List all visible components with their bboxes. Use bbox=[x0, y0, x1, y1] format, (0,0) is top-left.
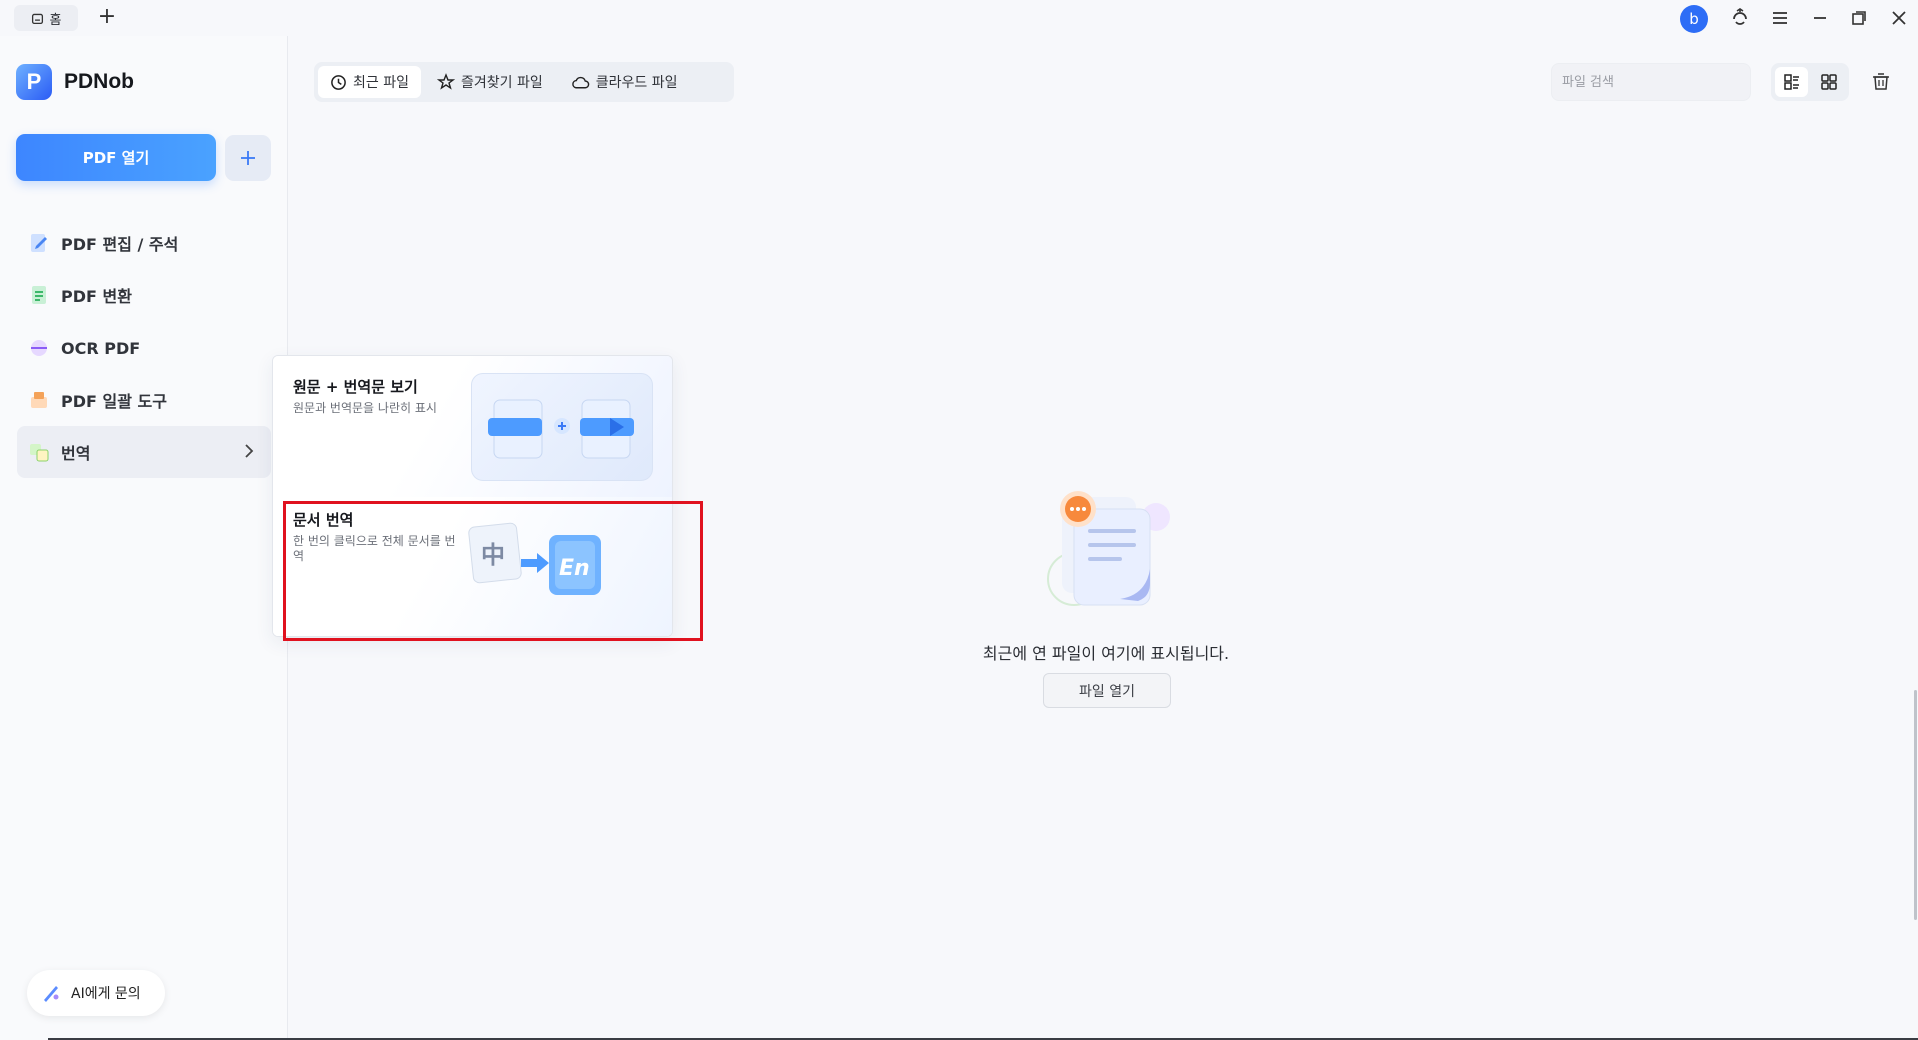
ai-icon bbox=[44, 986, 59, 1002]
plus-icon bbox=[241, 151, 255, 165]
sidebar-item-label: PDF 편집 / 주석 bbox=[61, 235, 179, 254]
grid-view-icon bbox=[1820, 74, 1837, 90]
ocr-icon bbox=[27, 336, 51, 360]
edit-icon bbox=[27, 231, 51, 255]
open-file-label: 파일 열기 bbox=[1079, 683, 1135, 700]
avatar[interactable]: b bbox=[1680, 5, 1708, 33]
sidebar: P PDNob PDF 열기 PDF 편집 / 주석 PDF 변환 OCR PD… bbox=[0, 36, 288, 1040]
close-icon[interactable] bbox=[1884, 4, 1914, 32]
tab-label: 최근 파일 bbox=[353, 75, 409, 91]
sidebar-item-translate[interactable]: 번역 bbox=[17, 426, 271, 478]
open-pdf-button[interactable]: PDF 열기 bbox=[16, 134, 216, 181]
file-tabs: 최근 파일 즐겨찾기 파일 클라우드 파일 bbox=[314, 62, 734, 102]
search-input[interactable] bbox=[1551, 63, 1751, 101]
ask-ai-label: AI에게 문의 bbox=[71, 986, 141, 1002]
tab-favorites[interactable]: 즐겨찾기 파일 bbox=[425, 66, 555, 98]
new-tab-button[interactable]: + bbox=[94, 5, 120, 31]
menu-icon[interactable] bbox=[1765, 4, 1795, 32]
pdnob-logo-icon: P bbox=[16, 64, 52, 100]
option-title: 원문 + 번역문 보기 bbox=[293, 378, 418, 396]
trash-button[interactable] bbox=[1866, 66, 1896, 96]
open-file-button[interactable]: 파일 열기 bbox=[1043, 673, 1171, 708]
list-view-icon bbox=[1783, 74, 1799, 90]
tab-label: 클라우드 파일 bbox=[595, 75, 678, 91]
star-icon bbox=[436, 73, 455, 90]
sidebar-item-label: PDF 변환 bbox=[61, 287, 132, 306]
tab-label: 즐겨찾기 파일 bbox=[460, 75, 543, 91]
view-toggle bbox=[1771, 63, 1849, 101]
app-name: PDNob bbox=[64, 70, 134, 93]
title-bar: 홈 + b bbox=[0, 0, 1918, 36]
side-by-side-translate-option[interactable]: 원문 + 번역문 보기 원문과 번역문을 나란히 표시 bbox=[273, 356, 672, 497]
option-description: 원문과 번역문을 나란히 표시 bbox=[293, 401, 437, 415]
list-view-button[interactable] bbox=[1775, 67, 1808, 97]
sidebar-item-batch[interactable]: PDF 일괄 도구 bbox=[17, 374, 271, 426]
sidebar-item-ocr[interactable]: OCR PDF bbox=[17, 322, 271, 374]
home-tab[interactable]: 홈 bbox=[14, 5, 78, 31]
sidebar-item-label: 번역 bbox=[61, 444, 91, 463]
tab-cloud[interactable]: 클라우드 파일 bbox=[559, 66, 690, 98]
highlight-box bbox=[283, 501, 703, 641]
chevron-right-icon bbox=[245, 444, 254, 458]
empty-state-illustration bbox=[1034, 483, 1174, 613]
side-by-side-illustration bbox=[471, 373, 653, 481]
grid-view-button[interactable] bbox=[1812, 67, 1845, 97]
avatar-letter: b bbox=[1689, 10, 1699, 28]
support-icon[interactable] bbox=[1725, 4, 1755, 32]
app-logo: P PDNob bbox=[16, 64, 134, 100]
home-tab-label: 홈 bbox=[49, 12, 62, 28]
sidebar-item-label: OCR PDF bbox=[61, 338, 141, 358]
home-icon bbox=[31, 13, 43, 24]
minimize-icon[interactable] bbox=[1805, 4, 1835, 32]
open-pdf-label: PDF 열기 bbox=[82, 149, 150, 167]
ask-ai-button[interactable]: AI에게 문의 bbox=[27, 970, 165, 1016]
tab-recent[interactable]: 최근 파일 bbox=[318, 66, 421, 98]
add-button[interactable] bbox=[225, 135, 271, 181]
sidebar-item-label: PDF 일괄 도구 bbox=[61, 392, 167, 411]
restore-icon[interactable] bbox=[1844, 4, 1874, 32]
empty-state-message: 최근에 연 파일이 여기에 표시됩니다. bbox=[982, 644, 1230, 663]
scrollbar[interactable] bbox=[1914, 690, 1917, 920]
clock-icon bbox=[331, 74, 346, 90]
batch-icon bbox=[27, 388, 51, 412]
cloud-icon bbox=[571, 76, 589, 88]
trash-icon bbox=[1873, 73, 1889, 90]
convert-icon bbox=[27, 283, 51, 307]
sidebar-item-convert[interactable]: PDF 변환 bbox=[17, 269, 271, 321]
sidebar-item-edit[interactable]: PDF 편집 / 주석 bbox=[17, 217, 271, 269]
translate-icon bbox=[27, 440, 51, 464]
